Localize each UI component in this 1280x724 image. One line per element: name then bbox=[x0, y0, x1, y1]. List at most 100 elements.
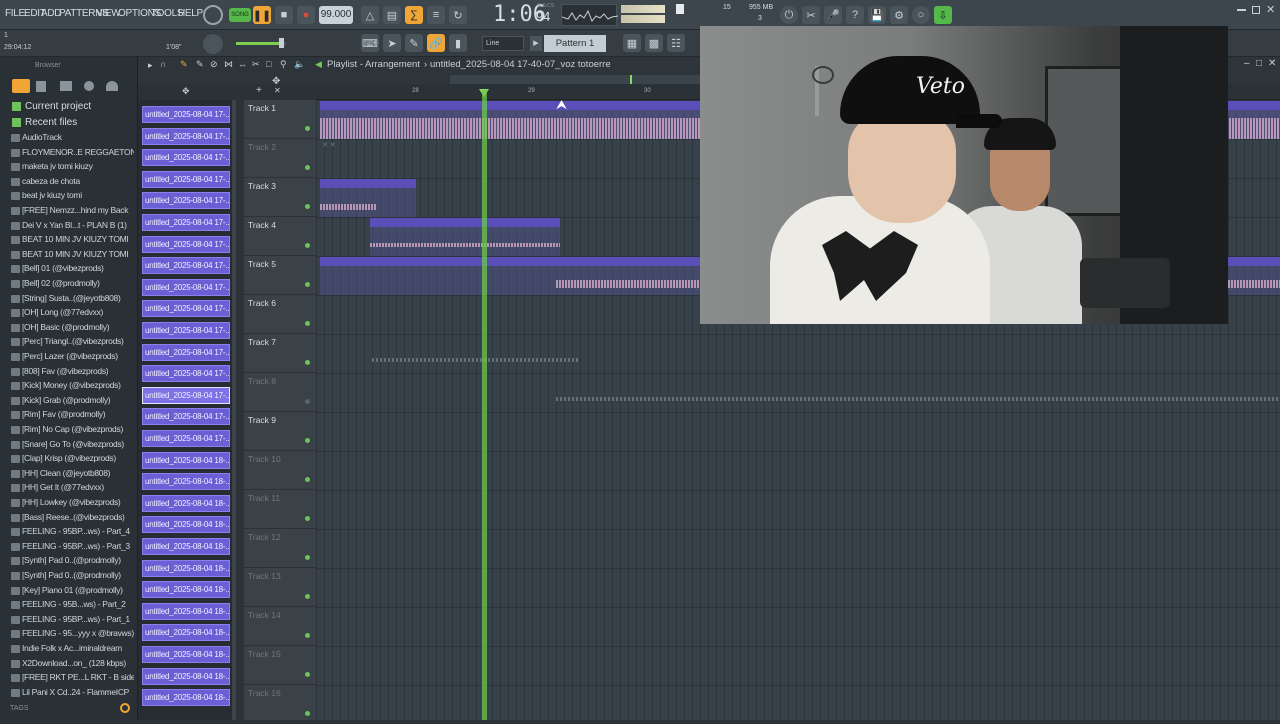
browser-file-item[interactable]: [808] Fav (@vibezprods) bbox=[22, 366, 134, 376]
song-mode-toggle[interactable]: SONG bbox=[229, 8, 251, 22]
pencil-icon[interactable]: ✎ bbox=[405, 34, 423, 52]
browser-file-item[interactable]: AudioTrack bbox=[22, 132, 134, 142]
browser-file-item[interactable]: [Key] Piano 01 (@prodmolly) bbox=[22, 585, 134, 595]
pattern-item[interactable]: untitled_2025-08-04 18-... bbox=[142, 667, 230, 685]
track-header[interactable]: Track 6 bbox=[244, 295, 316, 334]
chat-icon[interactable]: ○ bbox=[912, 6, 930, 24]
pattern-item[interactable]: untitled_2025-08-04 18-... bbox=[142, 602, 230, 620]
track-mute-led[interactable] bbox=[305, 126, 310, 131]
menu-view[interactable]: VIEW bbox=[96, 8, 121, 19]
pattern-selector[interactable]: Pattern 1 bbox=[544, 35, 606, 52]
volume-slider-handle[interactable] bbox=[279, 38, 284, 48]
pattern-item[interactable]: untitled_2025-08-04 18-... bbox=[142, 451, 230, 469]
maximize-icon[interactable] bbox=[1252, 6, 1260, 14]
browser-file-item[interactable]: [HH] Lowkey (@vibezprods) bbox=[22, 497, 134, 507]
pattern-item[interactable]: untitled_2025-08-04 17-... bbox=[142, 170, 230, 188]
help-icon[interactable]: ? bbox=[846, 6, 864, 24]
browser-file-item[interactable]: Dei V x Yan Bl...t - PLAN B (1) bbox=[22, 220, 134, 230]
browser-file-item[interactable]: [Bell] 01 (@vibezprods) bbox=[22, 263, 134, 273]
track-header[interactable]: Track 16 bbox=[244, 685, 316, 724]
pattern-item[interactable]: untitled_2025-08-04 18-... bbox=[142, 473, 230, 491]
browser-file-item[interactable]: [HH] Clean (@jeyotb808) bbox=[22, 468, 134, 478]
audio-clip[interactable]: untitled_2025-08-04 18-11-29_voz totoerr… bbox=[370, 218, 560, 256]
channel-rack-icon[interactable]: ☷ bbox=[667, 34, 685, 52]
browser-file-item[interactable]: [Clap] Krisp (@vibezprods) bbox=[22, 453, 134, 463]
browser-file-item[interactable]: [Rim] No Cap (@vibezprods) bbox=[22, 424, 134, 434]
pattern-item[interactable]: untitled_2025-08-04 18-... bbox=[142, 624, 230, 642]
track-header[interactable]: Track 8 bbox=[244, 373, 316, 412]
track-header[interactable]: Track 4 bbox=[244, 217, 316, 256]
pattern-prev-button[interactable]: ▶ bbox=[530, 36, 542, 51]
browser-file-item[interactable]: [Bell] 02 (@prodmolly) bbox=[22, 278, 134, 288]
pattern-item[interactable]: untitled_2025-08-04 17-... bbox=[142, 214, 230, 231]
browser-cloud-icon[interactable] bbox=[106, 81, 118, 91]
stamp-icon[interactable]: ▮ bbox=[449, 34, 467, 52]
pattern-item[interactable]: untitled_2025-08-04 17-... bbox=[142, 278, 230, 296]
track-header[interactable]: Track 7 bbox=[244, 334, 316, 373]
chain-link-icon[interactable]: 🔗 bbox=[427, 34, 445, 52]
audio-clip[interactable]: untitled_2025..._voz totoerre bbox=[320, 179, 416, 217]
pattern-item[interactable]: untitled_2025-08-04 18-... bbox=[142, 538, 230, 555]
playhead[interactable] bbox=[482, 90, 487, 720]
track-mute-led[interactable] bbox=[305, 438, 310, 443]
browser-file-item[interactable]: FEELING - 95...yyy x @bravws) bbox=[22, 628, 134, 638]
zoom-tool-icon[interactable]: ⚲ bbox=[280, 59, 287, 70]
magnet-icon[interactable]: ∩ bbox=[160, 59, 166, 69]
horizontal-scrollbar[interactable] bbox=[450, 75, 700, 84]
countdown-icon[interactable]: ∑ bbox=[405, 6, 423, 24]
slice-tool-icon[interactable]: ✂ bbox=[252, 59, 260, 70]
track-mute-led[interactable] bbox=[305, 165, 310, 170]
track-header[interactable]: Track 12 bbox=[244, 529, 316, 568]
pattern-item[interactable]: untitled_2025-08-04 17-... bbox=[142, 192, 230, 210]
browser-files-icon[interactable] bbox=[36, 81, 46, 92]
mixer-view-icon[interactable]: ▩ bbox=[645, 34, 663, 52]
browser-all-icon[interactable] bbox=[12, 79, 30, 93]
pattern-item[interactable]: untitled_2025-08-04 17-... bbox=[142, 257, 230, 275]
menu-help[interactable]: HELP bbox=[178, 8, 203, 19]
browser-file-item[interactable]: Lil Pani X Cd..24 - FlammeICP bbox=[22, 687, 134, 697]
pattern-item[interactable]: untitled_2025-08-04 17-... bbox=[142, 322, 230, 339]
pattern-item[interactable]: untitled_2025-08-04 18-... bbox=[142, 689, 230, 707]
browser-file-item[interactable]: Indie Folk x Ac...iminaldream bbox=[22, 643, 134, 653]
track-mute-led[interactable] bbox=[305, 633, 310, 638]
pattern-picker-icon[interactable]: ✥ bbox=[182, 86, 190, 97]
playlist-play-icon[interactable]: ◀ bbox=[315, 59, 322, 70]
browser-plugins-icon[interactable] bbox=[60, 81, 72, 91]
track-mute-led[interactable] bbox=[305, 555, 310, 560]
draw-tool-icon[interactable]: ✎ bbox=[180, 59, 188, 70]
master-knob-icon[interactable] bbox=[203, 5, 223, 25]
track-mute-led[interactable] bbox=[305, 204, 310, 209]
pitch-knob-icon[interactable] bbox=[203, 34, 223, 54]
muted-audio-clip[interactable]: untitled_2025-08-04 18-10-50_voz totoerr… bbox=[320, 335, 578, 373]
pattern-item[interactable]: untitled_2025-08-04 18-... bbox=[142, 494, 230, 512]
pattern-item[interactable]: untitled_2025-08-04 17-... bbox=[142, 365, 230, 383]
pattern-item[interactable]: untitled_2025-08-04 18-... bbox=[142, 559, 230, 577]
browser-search-icon[interactable] bbox=[84, 81, 94, 91]
track-mute-led[interactable] bbox=[305, 243, 310, 248]
plugin-icon[interactable]: ⚙ bbox=[890, 6, 908, 24]
mute-tool-icon[interactable]: ⋈ bbox=[224, 59, 233, 70]
browser-file-item[interactable]: [Perc] Lazer (@vibezprods) bbox=[22, 351, 134, 361]
browser-file-item[interactable]: X2Download...on_ (128 kbps) bbox=[22, 658, 134, 668]
cut-icon[interactable]: ✂ bbox=[802, 6, 820, 24]
pattern-item[interactable]: untitled_2025-08-04 18-... bbox=[142, 516, 230, 534]
paint-tool-icon[interactable]: ✎ bbox=[196, 59, 204, 70]
track-mute-led[interactable] bbox=[305, 360, 310, 365]
close-icon[interactable]: ✕ bbox=[1266, 3, 1275, 16]
blend-notes-icon[interactable]: ≡ bbox=[427, 6, 445, 24]
playlist-minimize-icon[interactable]: – bbox=[1244, 58, 1250, 69]
track-mute-led[interactable] bbox=[305, 282, 310, 287]
slip-tool-icon[interactable]: ↔ bbox=[238, 59, 247, 69]
tempo-display[interactable]: 99.000 bbox=[319, 6, 353, 24]
browser-file-item[interactable]: [Synth] Pad 0..(@prodmolly) bbox=[22, 570, 134, 580]
track-mute-led[interactable] bbox=[305, 711, 310, 716]
track-mute-led[interactable] bbox=[305, 516, 310, 521]
microphone-icon[interactable]: 🎤 bbox=[824, 6, 842, 24]
browser-file-item[interactable]: FEELING - 95BP...ws) - Part_4 bbox=[22, 526, 134, 536]
track-header[interactable]: Track 3 bbox=[244, 178, 316, 217]
track-mute-led[interactable] bbox=[305, 594, 310, 599]
browser-file-item[interactable]: [FREE] Nemzz...hind my Back bbox=[22, 205, 134, 215]
pattern-item[interactable]: untitled_2025-08-04 17-... bbox=[142, 386, 230, 404]
browser-file-item[interactable]: FEELING - 95B...ws) - Part_2 bbox=[22, 599, 134, 609]
save-icon[interactable]: 💾 bbox=[868, 6, 886, 24]
